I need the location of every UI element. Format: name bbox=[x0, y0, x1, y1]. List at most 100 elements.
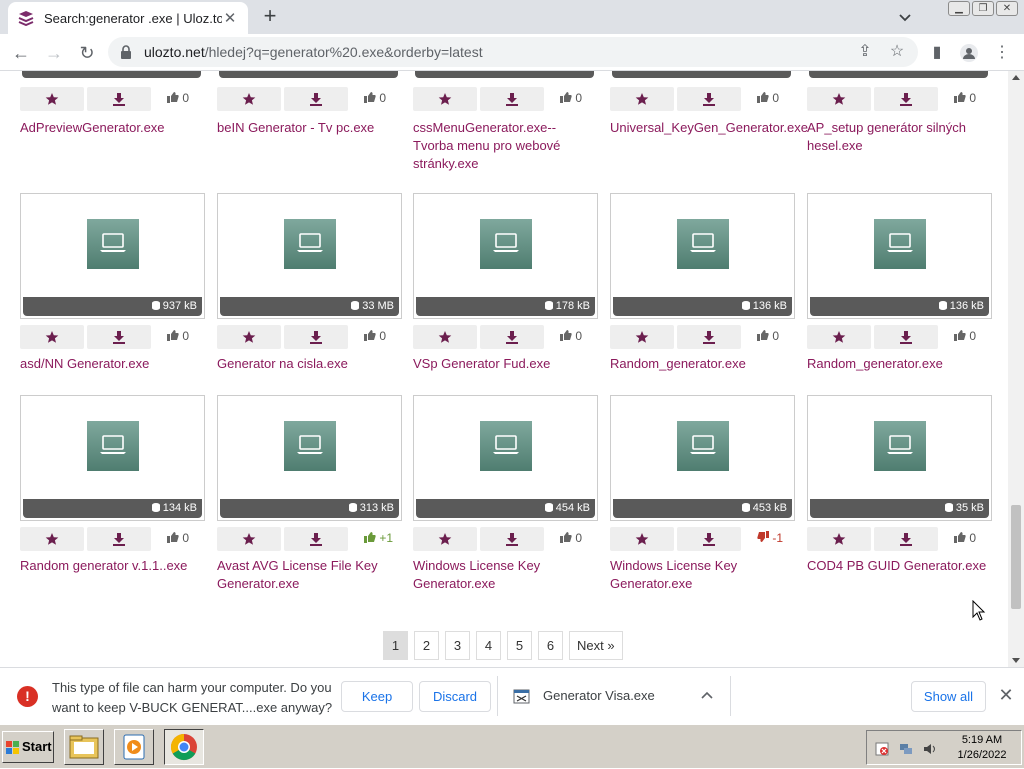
favorite-button[interactable] bbox=[20, 527, 84, 551]
restore-button[interactable]: ❐ bbox=[972, 1, 994, 16]
page-1-button[interactable]: 1 bbox=[383, 631, 408, 660]
favorite-button[interactable] bbox=[610, 87, 674, 111]
vote-count[interactable]: 0 bbox=[167, 531, 189, 545]
vote-count[interactable]: -1 bbox=[757, 531, 783, 545]
favorite-button[interactable] bbox=[413, 325, 477, 349]
lock-icon[interactable] bbox=[120, 45, 132, 59]
file-name-link[interactable]: Windows License Key Generator.exe bbox=[413, 557, 593, 593]
file-thumbnail[interactable]: 35 kB bbox=[807, 395, 992, 521]
download-button[interactable] bbox=[480, 87, 544, 111]
file-name-link[interactable]: Random_generator.exe bbox=[807, 355, 987, 373]
close-window-button[interactable]: ✕ bbox=[996, 1, 1018, 16]
scroll-down-icon[interactable] bbox=[1012, 658, 1020, 663]
favorite-button[interactable] bbox=[610, 325, 674, 349]
download-button[interactable] bbox=[874, 87, 938, 111]
file-name-link[interactable]: VSp Generator Fud.exe bbox=[413, 355, 593, 373]
file-name-link[interactable]: Random generator v.1.1..exe bbox=[20, 557, 200, 575]
scrollbar-thumb[interactable] bbox=[1011, 505, 1021, 609]
file-name-link[interactable]: Random_generator.exe bbox=[610, 355, 790, 373]
file-name-link[interactable]: Windows License Key Generator.exe bbox=[610, 557, 790, 593]
file-name-link[interactable]: COD4 PB GUID Generator.exe bbox=[807, 557, 987, 575]
file-thumbnail[interactable]: 313 kB bbox=[217, 395, 402, 521]
vote-count[interactable]: 0 bbox=[364, 329, 386, 343]
page-2-button[interactable]: 2 bbox=[414, 631, 439, 660]
favorite-button[interactable] bbox=[413, 87, 477, 111]
vote-count[interactable]: 0 bbox=[167, 329, 189, 343]
vote-count[interactable]: 0 bbox=[757, 329, 779, 343]
download-button[interactable] bbox=[677, 325, 741, 349]
tab-close-icon[interactable]: ✕ bbox=[222, 9, 238, 27]
close-download-bar-icon[interactable]: ✕ bbox=[997, 686, 1015, 704]
chrome-menu-icon[interactable]: ⋮ bbox=[991, 42, 1013, 64]
download-item-name[interactable]: Generator Visa.exe bbox=[543, 688, 655, 703]
file-manager-launcher[interactable] bbox=[64, 729, 104, 765]
keep-button[interactable]: Keep bbox=[341, 681, 413, 712]
file-thumbnail[interactable]: 136 kB bbox=[610, 193, 795, 319]
download-button[interactable] bbox=[677, 527, 741, 551]
file-name-link[interactable]: AP_setup generátor silných hesel.exe bbox=[807, 119, 987, 155]
page-scrollbar[interactable] bbox=[1008, 71, 1024, 667]
favorite-button[interactable] bbox=[413, 527, 477, 551]
page-3-button[interactable]: 3 bbox=[445, 631, 470, 660]
download-button[interactable] bbox=[87, 527, 151, 551]
file-name-link[interactable]: asd/NN Generator.exe bbox=[20, 355, 200, 373]
start-button[interactable]: Start bbox=[2, 731, 54, 763]
download-button[interactable] bbox=[87, 325, 151, 349]
download-button[interactable] bbox=[284, 527, 348, 551]
media-player-launcher[interactable] bbox=[114, 729, 154, 765]
chevron-up-icon[interactable] bbox=[700, 689, 714, 703]
forward-arrow-icon[interactable]: → bbox=[43, 42, 65, 64]
favorite-button[interactable] bbox=[610, 527, 674, 551]
file-thumbnail[interactable]: 453 kB bbox=[610, 395, 795, 521]
vote-count[interactable]: 0 bbox=[757, 91, 779, 105]
page-5-button[interactable]: 5 bbox=[507, 631, 532, 660]
download-button[interactable] bbox=[284, 87, 348, 111]
file-thumbnail[interactable]: 33 MB bbox=[217, 193, 402, 319]
new-tab-button[interactable]: + bbox=[258, 5, 282, 29]
download-button[interactable] bbox=[284, 325, 348, 349]
file-thumbnail[interactable]: 136 kB bbox=[807, 193, 992, 319]
page-4-button[interactable]: 4 bbox=[476, 631, 501, 660]
download-button[interactable] bbox=[480, 325, 544, 349]
volume-icon[interactable] bbox=[923, 742, 937, 756]
bookmark-star-icon[interactable]: ☆ bbox=[888, 43, 906, 61]
favorite-button[interactable] bbox=[217, 325, 281, 349]
favorite-button[interactable] bbox=[217, 87, 281, 111]
file-name-link[interactable]: Avast AVG License File Key Generator.exe bbox=[217, 557, 397, 593]
discard-button[interactable]: Discard bbox=[419, 681, 491, 712]
favorite-button[interactable] bbox=[807, 527, 871, 551]
vote-count[interactable]: 0 bbox=[954, 531, 976, 545]
vote-count[interactable]: 0 bbox=[167, 91, 189, 105]
vote-count[interactable]: +1 bbox=[364, 531, 393, 545]
favorite-button[interactable] bbox=[217, 527, 281, 551]
download-button[interactable] bbox=[874, 325, 938, 349]
tab-search-chevron-icon[interactable] bbox=[896, 8, 914, 26]
download-button[interactable] bbox=[677, 87, 741, 111]
vote-count[interactable]: 0 bbox=[560, 531, 582, 545]
download-button[interactable] bbox=[87, 87, 151, 111]
share-icon[interactable]: ⇪ bbox=[856, 43, 874, 61]
vote-count[interactable]: 0 bbox=[560, 91, 582, 105]
file-name-link[interactable]: beIN Generator - Tv pc.exe bbox=[217, 119, 397, 137]
profile-avatar-icon[interactable] bbox=[958, 42, 980, 64]
file-name-link[interactable]: Generator na cisla.exe bbox=[217, 355, 397, 373]
show-all-button[interactable]: Show all bbox=[911, 681, 986, 712]
address-bar[interactable]: ulozto.net/hledej?q=generator%20.exe&ord… bbox=[108, 37, 918, 67]
file-name-link[interactable]: AdPreviewGenerator.exe bbox=[20, 119, 200, 137]
network-icon[interactable] bbox=[899, 742, 913, 756]
minimize-button[interactable]: ▁ bbox=[948, 1, 970, 16]
favorite-button[interactable] bbox=[807, 87, 871, 111]
favorite-button[interactable] bbox=[20, 325, 84, 349]
favorite-button[interactable] bbox=[807, 325, 871, 349]
file-name-link[interactable]: cssMenuGenerator.exe-- Tvorba menu pro w… bbox=[413, 119, 593, 173]
favorite-button[interactable] bbox=[20, 87, 84, 111]
security-alert-icon[interactable] bbox=[875, 742, 889, 756]
download-button[interactable] bbox=[480, 527, 544, 551]
scroll-up-icon[interactable] bbox=[1012, 75, 1020, 80]
back-arrow-icon[interactable]: ← bbox=[10, 42, 32, 64]
vote-count[interactable]: 0 bbox=[954, 91, 976, 105]
file-thumbnail[interactable]: 178 kB bbox=[413, 193, 598, 319]
next-page-button[interactable]: Next » bbox=[569, 631, 623, 660]
chrome-taskbar-button[interactable] bbox=[164, 729, 204, 765]
vote-count[interactable]: 0 bbox=[560, 329, 582, 343]
